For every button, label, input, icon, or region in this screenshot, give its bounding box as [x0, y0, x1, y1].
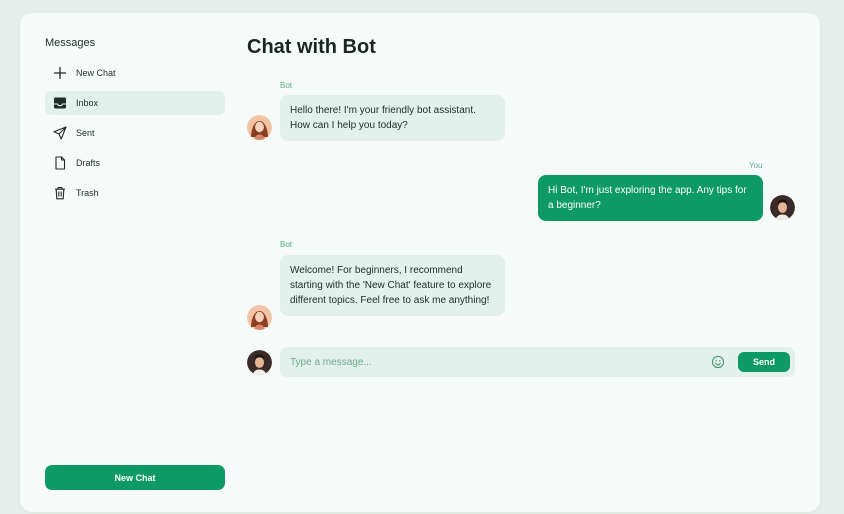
new-chat-button[interactable]: New Chat	[45, 465, 225, 490]
inbox-icon	[53, 96, 67, 110]
sidebar-item-label: Drafts	[76, 158, 101, 168]
sidebar-item-label: Inbox	[76, 98, 99, 108]
message-composer: Send	[280, 347, 795, 377]
sidebar-item-trash[interactable]: Trash	[45, 181, 225, 205]
file-icon	[53, 156, 67, 170]
bot-avatar	[247, 305, 272, 330]
sidebar-item-sent[interactable]: Sent	[45, 121, 225, 145]
message-sender: You	[749, 161, 763, 170]
sidebar-item-new-chat[interactable]: New Chat	[45, 61, 225, 85]
emoji-icon[interactable]	[711, 355, 725, 369]
app-window: Messages New Chat Inbox Sent Drafts Tras…	[20, 13, 820, 512]
sidebar-title: Messages	[45, 37, 96, 49]
composer-avatar	[247, 350, 272, 375]
sidebar-item-inbox[interactable]: Inbox	[45, 91, 225, 115]
sidebar-item-label: Trash	[76, 188, 99, 198]
message-input[interactable]	[290, 354, 700, 370]
sidebar-item-drafts[interactable]: Drafts	[45, 151, 225, 175]
plus-icon	[53, 66, 67, 80]
user-avatar	[770, 195, 795, 220]
sidebar-item-label: New Chat	[76, 68, 116, 78]
message-sender: Bot	[280, 240, 293, 249]
sidebar-nav: New Chat Inbox Sent Drafts Trash	[45, 61, 225, 211]
sidebar: Messages New Chat Inbox Sent Drafts Tras…	[45, 13, 225, 512]
trash-icon	[53, 186, 67, 200]
message-bubble-bot: Welcome! For beginners, I recommend star…	[280, 255, 505, 316]
sidebar-item-label: Sent	[76, 128, 95, 138]
bot-avatar	[247, 115, 272, 140]
send-button[interactable]: Send	[738, 352, 790, 372]
message-bubble-bot: Hello there! I'm your friendly bot assis…	[280, 95, 505, 141]
message-sender: Bot	[280, 81, 293, 90]
send-icon	[53, 126, 67, 140]
page-title: Chat with Bot	[247, 36, 376, 58]
message-bubble-user: Hi Bot, I'm just exploring the app. Any …	[538, 175, 763, 221]
chat-panel: Chat with Bot Bot Hello there! I'm your …	[247, 13, 795, 512]
